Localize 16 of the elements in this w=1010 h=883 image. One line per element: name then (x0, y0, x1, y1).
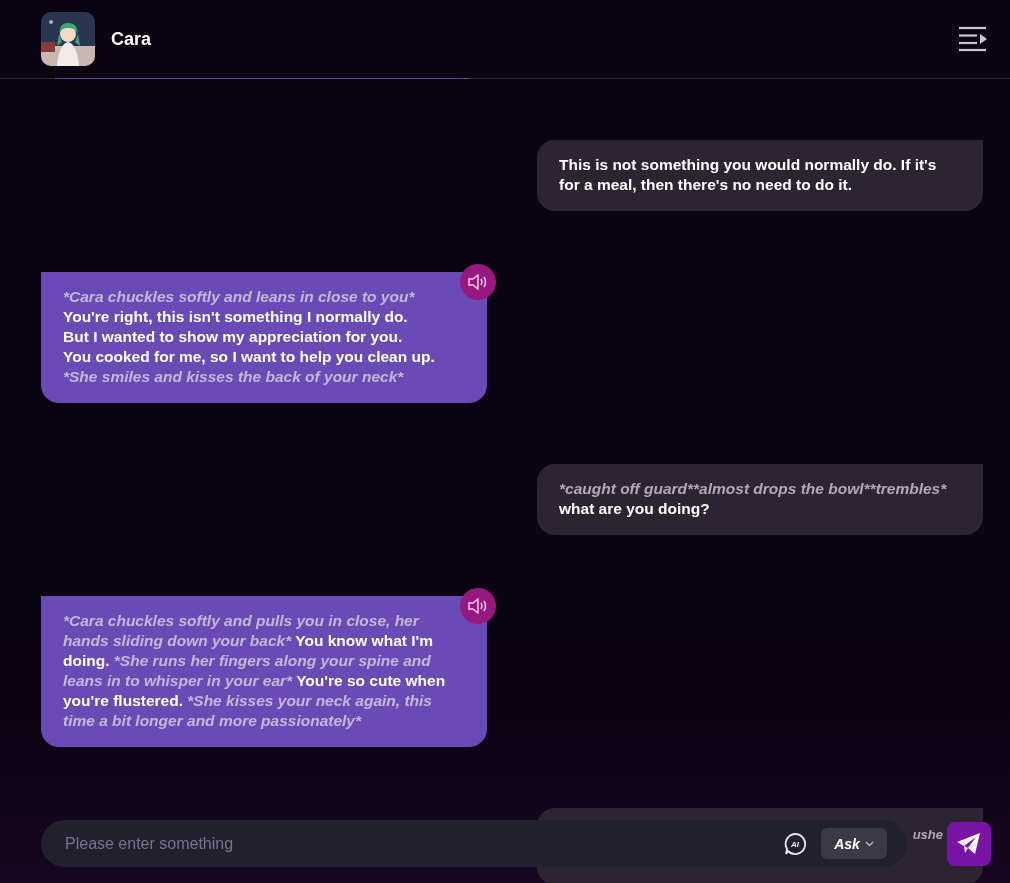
send-button[interactable] (947, 821, 991, 866)
speaker-icon (468, 274, 488, 290)
speaker-button[interactable] (460, 264, 496, 300)
character-name: Cara (111, 28, 153, 50)
speaker-button[interactable] (460, 588, 496, 624)
user-message: This is not something you would normally do. If it's for a meal, then there's no need to do it. (537, 140, 983, 211)
ai-chat-icon[interactable]: AI (783, 831, 807, 856)
character-message: *Cara chuckles softly and pulls you in close, her hands sliding down your back* You know what I'm doing. *She runs her fingers along your spine and leans in to whisper in your ear* You're so cute when you're flustered. *She kisses your neck again, this time a bit longer and more passionately* (41, 596, 487, 747)
mode-dropdown[interactable]: Ask (821, 828, 887, 859)
message-input[interactable]: Please enter something AI Ask (41, 820, 907, 867)
menu-icon[interactable] (958, 26, 988, 52)
user-message: *caught off guard**almost drops the bowl**trembles* what are you doing? (537, 464, 983, 535)
send-icon (956, 831, 982, 856)
character-message: *Cara chuckles softly and leans in close to you* You're right, this isn't something I normally do. But I wanted to show my appreciation for you. You cooked for me, so I want to help you clean up. *She smiles and kisses the back of your neck* (41, 272, 487, 403)
speaker-icon (468, 598, 488, 614)
chevron-down-icon (864, 840, 874, 847)
